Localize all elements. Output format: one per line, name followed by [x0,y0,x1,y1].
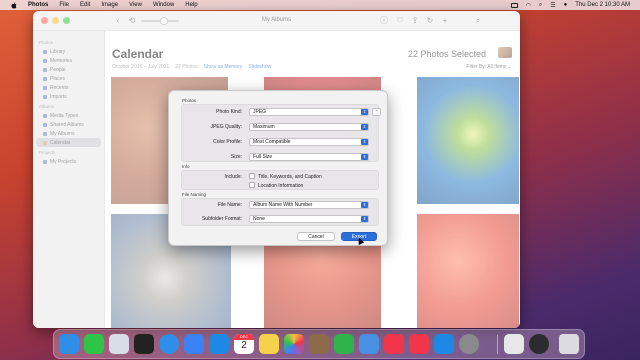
info-settings-group: Include: Title, Keywords, and Caption Lo… [181,170,379,190]
section-photos-label: Photos [182,98,197,103]
file-naming-group: File Name: Album Name With Number ⇕ Subf… [181,198,379,226]
menubar-clock[interactable]: Thu Dec 2 10:30 AM [575,2,630,8]
siri-icon[interactable]: ● [564,2,568,8]
cancel-button[interactable]: Cancel [297,232,335,241]
subfolder-format-value: None [253,216,265,222]
system-preferences-icon[interactable] [459,334,479,354]
dock-separator [497,335,498,354]
subfolder-format-popup[interactable]: None ⇕ [249,215,369,223]
battery-icon[interactable] [510,2,518,8]
mission-control-icon[interactable] [134,334,154,354]
size-label: Size: [230,154,242,160]
photo-kind-label: Photo Kind: [216,109,242,115]
apple-menu-icon[interactable] [10,1,18,9]
menu-edit[interactable]: Edit [80,2,90,8]
search-icon[interactable]: ⌕ [539,2,542,9]
section-info-label: Info [182,164,190,169]
app-store-icon[interactable] [434,334,454,354]
location-info-checkbox[interactable] [249,182,255,188]
chevron-updown-icon: ⇕ [361,154,368,160]
jpeg-quality-popup[interactable]: Maximum ⇕ [249,123,369,131]
mail-icon[interactable] [184,334,204,354]
dock: DEC 2 [53,329,585,359]
color-profile-label: Color Profile: [213,139,242,145]
contacts-icon[interactable] [309,334,329,354]
menu-window[interactable]: Window [153,2,174,8]
menu-view[interactable]: View [129,2,142,8]
preview-icon[interactable] [504,334,524,354]
control-center-icon[interactable]: ☰ [550,2,555,9]
menu-bar: Photos File Edit Image View Window Help … [0,0,640,10]
trash-icon[interactable] [559,334,579,354]
facetime-icon[interactable] [84,334,104,354]
jpeg-quality-value: Maximum [253,124,275,130]
size-value: Full Size [253,154,273,160]
photos-icon[interactable] [284,334,304,354]
quicktime-icon[interactable] [529,334,549,354]
jpeg-quality-label: JPEG Quality: [210,124,242,130]
photos-settings-group: Photo Kind: JPEG ⇕ ⌃ JPEG Quality: Maxim… [181,104,381,162]
safari-icon[interactable] [159,334,179,354]
menu-help[interactable]: Help [185,2,197,8]
calendar-icon[interactable]: DEC 2 [234,334,254,354]
disclosure-collapse-icon[interactable]: ⌃ [372,108,381,116]
keynote-icon[interactable] [359,334,379,354]
title-keywords-label: Title, Keywords, and Caption [258,174,322,180]
photo-kind-value: JPEG [253,109,267,115]
music-icon[interactable] [409,334,429,354]
file-name-label: File Name: [217,202,242,208]
news-icon[interactable] [384,334,404,354]
finder-icon[interactable] [59,334,79,354]
color-profile-popup[interactable]: Most Compatible ⇕ [249,138,369,146]
chevron-updown-icon: ⇕ [361,216,368,222]
chevron-updown-icon: ⇕ [361,124,368,130]
chevron-updown-icon: ⇕ [361,139,368,145]
chevron-updown-icon: ⇕ [361,109,368,115]
include-label: Include: [224,174,242,180]
chevron-updown-icon: ⇕ [361,202,368,208]
title-keywords-checkbox[interactable] [249,173,255,179]
numbers-icon[interactable] [334,334,354,354]
file-name-value: Album Name With Number [253,202,313,208]
export-dialog: Photos Photo Kind: JPEG ⇕ ⌃ JPEG Quality… [168,90,388,246]
subfolder-format-label: Subfolder Format: [201,216,242,222]
menu-photos[interactable]: Photos [28,2,48,8]
menu-file[interactable]: File [59,2,69,8]
launchpad-icon[interactable] [109,334,129,354]
location-info-label: Location Information [258,183,304,189]
maps-icon[interactable] [209,334,229,354]
calendar-day: 2 [241,340,247,351]
status-area: ◠ ⌕ ☰ ● Thu Dec 2 10:30 AM [510,0,630,10]
section-file-naming-label: File Naming [182,192,207,197]
file-name-popup[interactable]: Album Name With Number ⇕ [249,201,369,209]
size-popup[interactable]: Full Size ⇕ [249,153,369,161]
menu-image[interactable]: Image [101,2,118,8]
wifi-icon[interactable]: ◠ [526,2,531,9]
photo-kind-popup[interactable]: JPEG ⇕ [249,108,369,116]
notes-icon[interactable] [259,334,279,354]
color-profile-value: Most Compatible [253,139,291,145]
